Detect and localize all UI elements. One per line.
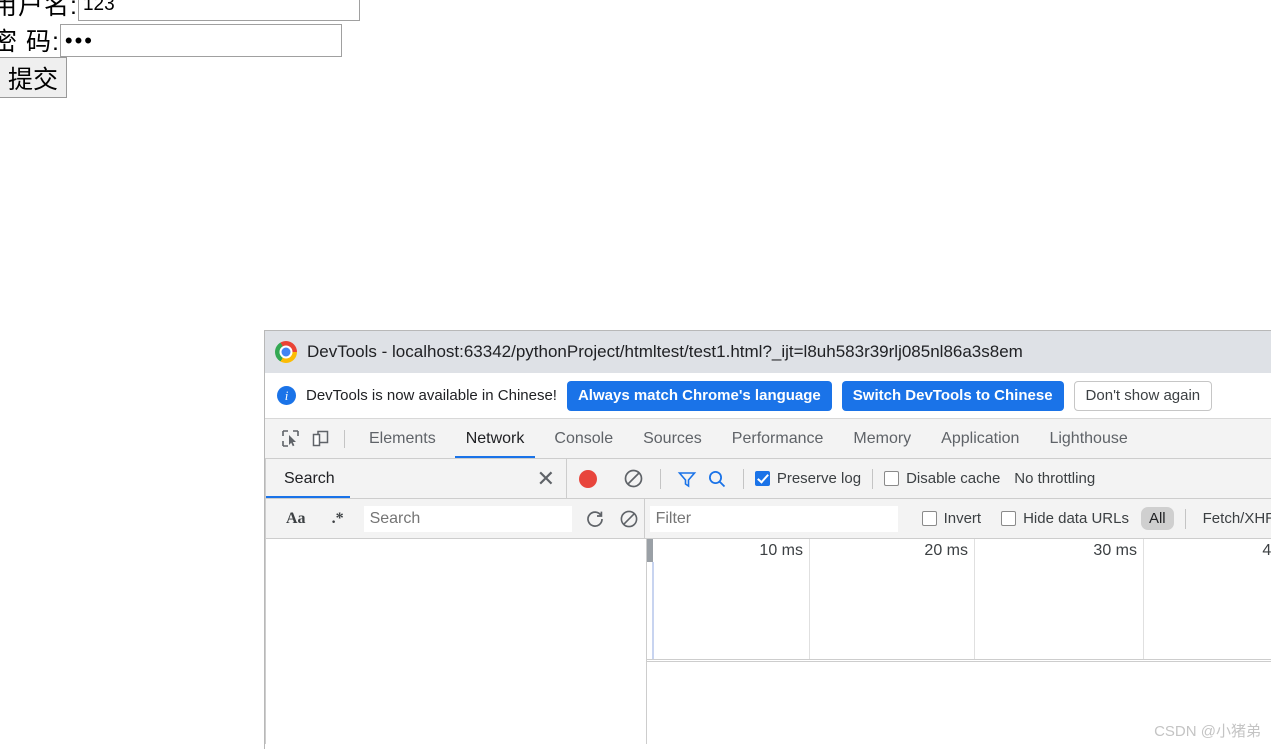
drawer-tab-spacer <box>350 459 526 498</box>
invert-checkbox-box <box>921 511 937 526</box>
switch-to-chinese-button[interactable]: Switch DevTools to Chinese <box>841 380 1064 411</box>
username-row: 用户名: 123 <box>0 0 360 22</box>
network-overview[interactable]: 10 ms 20 ms 30 ms 40 ms <box>647 539 1271 660</box>
network-filter-bar: Invert Hide data URLs All Fetch/XHR <box>643 499 1271 538</box>
devtools-titlebar: DevTools - localhost:63342/pythonProject… <box>265 331 1271 373</box>
close-icon[interactable]: ✕ <box>526 459 566 498</box>
preserve-log-checkbox[interactable]: Preserve log <box>754 470 862 487</box>
infobar-message: DevTools is now available in Chinese! <box>306 387 557 404</box>
chrome-logo-icon <box>275 341 297 363</box>
preserve-log-label: Preserve log <box>776 470 862 487</box>
filter-input[interactable] <box>649 505 898 532</box>
ruler-tick-20ms: 20 ms <box>924 542 968 559</box>
toolbar-divider <box>659 468 661 489</box>
tab-memory[interactable]: Memory <box>838 419 926 458</box>
ruler-tick-40ms: 40 ms <box>1262 542 1271 559</box>
hide-data-urls-checkbox[interactable]: Hide data URLs <box>1001 510 1129 527</box>
ruler-cell: 40 ms <box>1144 539 1271 659</box>
devtools-window: DevTools - localhost:63342/pythonProject… <box>264 330 1271 749</box>
device-toolbar-icon[interactable] <box>305 426 335 452</box>
clear-icon[interactable] <box>619 466 649 492</box>
ruler-cell: 20 ms <box>810 539 975 659</box>
ruler-tick-30ms: 30 ms <box>1093 542 1137 559</box>
preserve-log-checkbox-box <box>754 471 770 486</box>
drawer-tab-search[interactable]: Search <box>265 459 350 498</box>
tab-console[interactable]: Console <box>539 419 628 458</box>
devtools-window-title: DevTools - localhost:63342/pythonProject… <box>307 342 1023 361</box>
toolbar-divider <box>1184 508 1186 529</box>
regex-toggle[interactable]: .* <box>326 510 350 528</box>
ruler-cell: 30 ms <box>975 539 1144 659</box>
network-panel: 10 ms 20 ms 30 ms 40 ms <box>647 539 1271 744</box>
ruler-cell: 10 ms <box>647 539 810 659</box>
search-input[interactable] <box>363 505 572 532</box>
resource-type-all[interactable]: All <box>1140 507 1174 530</box>
filter-icon[interactable] <box>672 466 702 492</box>
tab-lighthouse[interactable]: Lighthouse <box>1034 419 1142 458</box>
password-masked-value: ••• <box>64 27 95 53</box>
disable-cache-label: Disable cache <box>906 470 1001 487</box>
hide-data-urls-checkbox-box <box>1001 511 1017 526</box>
search-icon[interactable] <box>702 466 732 492</box>
toolbar-row-primary: Search ✕ Preserve log Disable cache No t… <box>265 459 1271 499</box>
resource-type-fetch-xhr[interactable]: Fetch/XHR <box>1197 507 1271 530</box>
tab-application[interactable]: Application <box>926 419 1034 458</box>
clear-search-icon[interactable] <box>614 506 644 532</box>
password-label: 密 码: <box>0 28 60 56</box>
tab-sources[interactable]: Sources <box>628 419 717 458</box>
devtools-tab-bar: Elements Network Console Sources Perform… <box>265 419 1271 459</box>
disable-cache-checkbox[interactable]: Disable cache <box>884 470 1000 487</box>
invert-label: Invert <box>943 510 982 527</box>
match-case-toggle[interactable]: Aa <box>280 510 312 528</box>
tab-elements[interactable]: Elements <box>354 419 451 458</box>
network-toolbar: Preserve log Disable cache No throttling <box>565 459 1271 498</box>
invert-checkbox[interactable]: Invert <box>921 510 982 527</box>
tab-performance[interactable]: Performance <box>717 419 839 458</box>
username-label: 用户名: <box>0 0 78 20</box>
toolbar-row-secondary: Aa .* Invert <box>265 499 1271 539</box>
disable-cache-checkbox-box <box>884 471 900 486</box>
username-input[interactable]: 123 <box>77 0 360 21</box>
toolbar-divider <box>344 429 345 448</box>
drawer-tab-search-label: Search <box>284 469 335 487</box>
toolbar-divider <box>742 468 744 489</box>
network-requests-list[interactable] <box>647 661 1271 744</box>
record-button[interactable] <box>578 469 597 488</box>
refresh-icon[interactable] <box>580 506 610 532</box>
search-results-pane <box>265 539 647 744</box>
hide-data-urls-label: Hide data URLs <box>1023 510 1129 527</box>
language-infobar: i DevTools is now available in Chinese! … <box>265 373 1271 419</box>
devtools-body: 10 ms 20 ms 30 ms 40 ms <box>265 539 1271 744</box>
always-match-language-button[interactable]: Always match Chrome's language <box>566 380 832 411</box>
dont-show-again-button[interactable]: Don't show again <box>1073 380 1213 411</box>
password-input[interactable]: ••• <box>59 23 342 57</box>
ruler-tick-10ms: 10 ms <box>759 542 803 559</box>
throttling-dropdown[interactable]: No throttling <box>1014 470 1095 487</box>
inspect-element-icon[interactable] <box>275 426 305 452</box>
password-row: 密 码: ••• <box>0 22 342 58</box>
toolbar-divider <box>872 468 874 489</box>
tab-network[interactable]: Network <box>451 419 540 458</box>
info-icon: i <box>277 386 296 405</box>
submit-button[interactable]: 提交 <box>0 57 67 98</box>
search-options-bar: Aa .* <box>265 499 644 538</box>
